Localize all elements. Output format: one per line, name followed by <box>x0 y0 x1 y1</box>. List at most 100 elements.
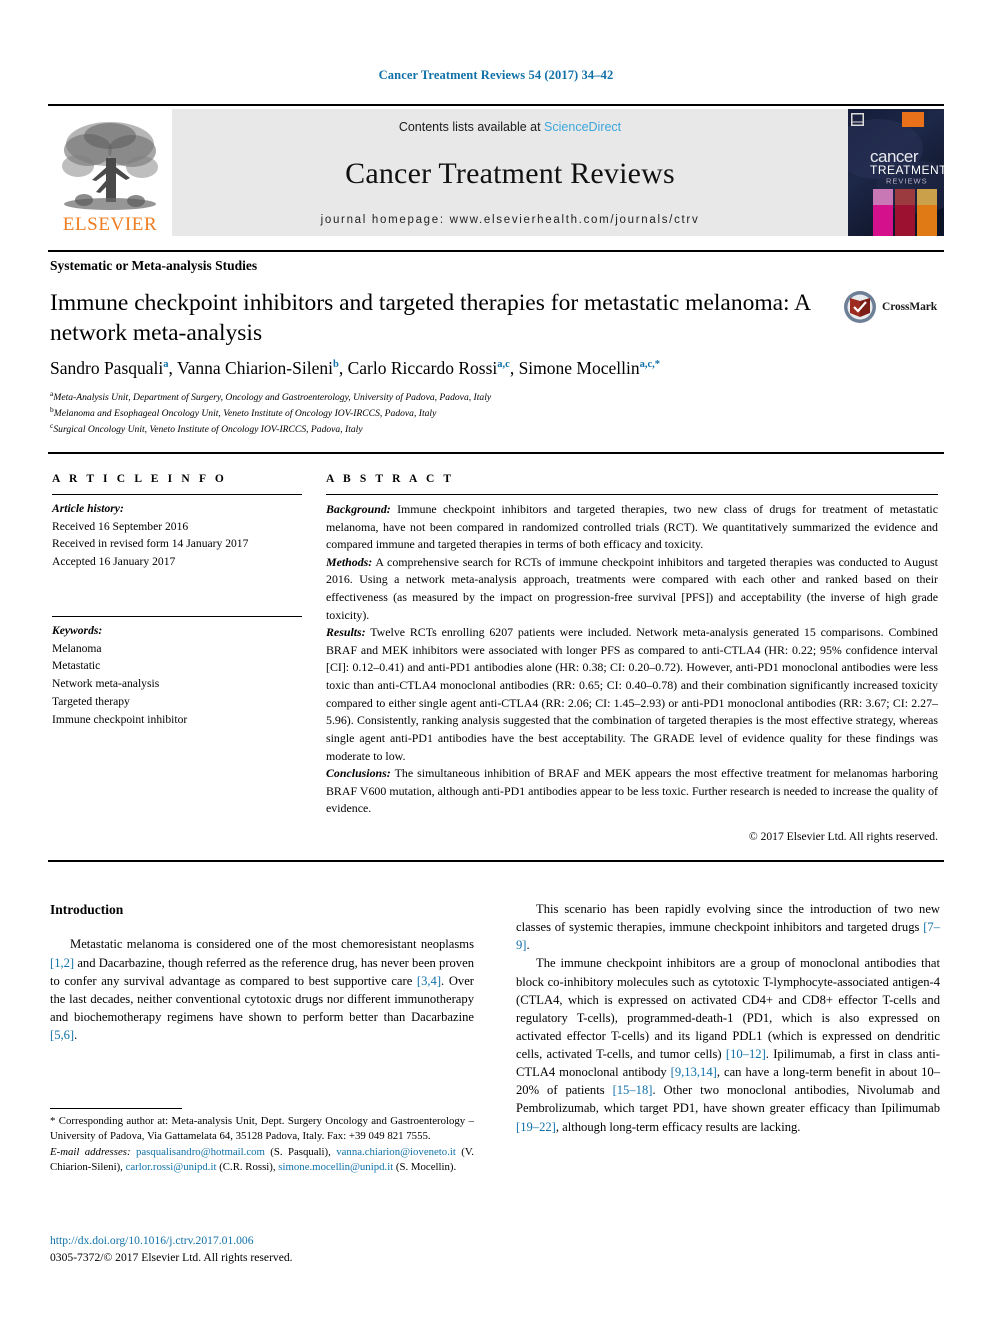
body-paragraph: The immune checkpoint inhibitors are a g… <box>516 954 940 1135</box>
article-info-column: A R T I C L E I N F O Article history: R… <box>52 454 302 728</box>
article-page: Cancer Treatment Reviews 54 (2017) 34–42 <box>0 0 992 1323</box>
author-list: Sandro Pasqualia, Vanna Chiarion-Silenib… <box>50 358 661 378</box>
elsevier-wordmark: ELSEVIER <box>62 214 158 235</box>
sciencedirect-link[interactable]: ScienceDirect <box>544 120 621 134</box>
abstract-section-lead: Background: <box>326 502 391 516</box>
author-name: Vanna Chiarion-Sileni <box>176 358 333 378</box>
abstract-section: Background: Immune checkpoint inhibitors… <box>326 501 938 554</box>
keyword-item: Network meta-analysis <box>52 677 160 691</box>
abstract-section-lead: Methods: <box>326 554 373 569</box>
author-affiliation-mark[interactable]: a,c,* <box>640 359 660 370</box>
abstract-section-text: The simultaneous inhibition of BRAF and … <box>326 766 938 816</box>
article-history: Article history: Received 16 September 2… <box>52 495 302 571</box>
email-link[interactable]: pasqualisandro@hotmail.com <box>136 1146 265 1158</box>
affiliation-text: Melanoma and Esophageal Oncology Unit, V… <box>53 407 437 419</box>
article-history-item: Received in revised form 14 January 2017 <box>52 537 249 551</box>
article-info-heading: A R T I C L E I N F O <box>52 473 227 485</box>
running-head: Cancer Treatment Reviews 54 (2017) 34–42 <box>378 68 614 82</box>
affiliation-item: aMeta-Analysis Unit, Department of Surge… <box>50 389 940 405</box>
article-history-item: Received 16 September 2016 <box>52 519 189 533</box>
email-addresses-note: E-mail addresses: pasqualisandro@hotmail… <box>50 1145 474 1176</box>
abstract-section-text: Twelve RCTs enrolling 6207 patients were… <box>326 625 938 763</box>
crossmark-badge[interactable]: CrossMark <box>843 284 943 330</box>
citation-ref[interactable]: [9,13,14] <box>671 1065 717 1079</box>
affiliation-list: aMeta-Analysis Unit, Department of Surge… <box>50 389 940 436</box>
crossmark-label: CrossMark <box>882 301 938 313</box>
journal-masthead: ELSEVIER Contents lists available at Sci… <box>48 104 944 236</box>
email-owner: (S. Mocellin). <box>393 1160 457 1173</box>
info-abstract-block: A R T I C L E I N F O Article history: R… <box>48 452 944 862</box>
journal-homepage-link[interactable]: journal homepage: www.elsevierhealth.com… <box>321 214 700 226</box>
corresponding-author-note: * Corresponding author at: Meta-analysis… <box>50 1115 474 1143</box>
keywords-label: Keywords: <box>52 623 103 637</box>
citation-ref[interactable]: [15–18] <box>613 1083 653 1097</box>
journal-cover-thumbnail: cancer TREATMENT REVIEWS <box>848 109 944 236</box>
body-text: . <box>74 1028 78 1043</box>
body-text: and Dacarbazine, though referred as the … <box>50 955 474 988</box>
journal-band: Contents lists available at ScienceDirec… <box>172 109 848 236</box>
affiliation-item: cSurgical Oncology Unit, Veneto Institut… <box>50 421 940 437</box>
article-history-item: Accepted 16 January 2017 <box>52 555 176 569</box>
article-history-label: Article history: <box>52 502 124 515</box>
contents-available-line: Contents lists available at ScienceDirec… <box>399 120 621 134</box>
body-text: , although long-term efficacy results ar… <box>555 1119 801 1134</box>
body-column-left: Introduction Metastatic melanoma is cons… <box>50 900 474 1044</box>
body-text: Metastatic melanoma is considered one of… <box>70 937 474 952</box>
abstract-section-lead: Conclusions: <box>326 766 391 781</box>
journal-cover-image: cancer TREATMENT REVIEWS <box>848 109 944 236</box>
author-affiliation-mark[interactable]: a,c <box>497 359 510 370</box>
section-heading-introduction: Introduction <box>50 902 124 917</box>
citation-ref[interactable]: [1,2] <box>50 956 74 970</box>
elsevier-tree-icon <box>62 122 158 210</box>
affiliation-item: bMelanoma and Esophageal Oncology Unit, … <box>50 405 940 421</box>
abstract-section-text: Immune checkpoint inhibitors and targete… <box>326 502 938 552</box>
body-text: The immune checkpoint inhibitors are a g… <box>516 956 940 1061</box>
keyword-item: Targeted therapy <box>52 694 130 708</box>
body-text: . <box>526 938 530 953</box>
body-paragraph: This scenario has been rapidly evolving … <box>516 900 940 954</box>
crossmark-icon <box>844 291 876 323</box>
abstract-copyright: © 2017 Elsevier Ltd. All rights reserved… <box>748 829 938 843</box>
journal-title: Cancer Treatment Reviews <box>345 157 675 190</box>
doi-link[interactable]: http://dx.doi.org/10.1016/j.ctrv.2017.01… <box>50 1232 474 1249</box>
footnote-block: * Corresponding author at: Meta-analysis… <box>50 1114 474 1175</box>
issn-copyright-line: 0305-7372/© 2017 Elsevier Ltd. All right… <box>50 1251 293 1265</box>
article-section-label: Systematic or Meta-analysis Studies <box>50 258 258 273</box>
doi-block: http://dx.doi.org/10.1016/j.ctrv.2017.01… <box>50 1232 474 1267</box>
email-link[interactable]: vanna.chiarion@ioveneto.it <box>336 1146 456 1158</box>
keywords-block: Keywords: Melanoma Metastatic Network me… <box>52 571 302 728</box>
author-name: Simone Mocellin <box>518 358 640 378</box>
email-link[interactable]: simone.mocellin@unipd.it <box>278 1161 393 1173</box>
footnote-rule <box>50 1108 182 1109</box>
page-title: Immune checkpoint inhibitors and targete… <box>50 290 810 347</box>
abstract-section: Results: Twelve RCTs enrolling 6207 pati… <box>326 624 938 765</box>
abstract-heading: A B S T R A C T <box>326 473 455 485</box>
header-rule <box>48 250 944 252</box>
keyword-item: Metastatic <box>52 659 101 673</box>
citation-ref[interactable]: [19–22] <box>516 1120 556 1134</box>
keyword-item: Melanoma <box>52 641 102 655</box>
author-name: Sandro Pasquali <box>50 358 164 378</box>
author-affiliation-mark[interactable]: b <box>333 359 339 370</box>
citation-ref[interactable]: [3,4] <box>417 974 441 988</box>
abstract-section: Methods: A comprehensive search for RCTs… <box>326 554 938 624</box>
citation-ref[interactable]: [5,6] <box>50 1028 74 1042</box>
contents-prefix: Contents lists available at <box>398 120 545 134</box>
author-affiliation-mark[interactable]: a <box>163 359 168 370</box>
email-owner: (S. Pasquali), <box>264 1145 337 1158</box>
citation-ref[interactable]: [10–12] <box>726 1047 766 1061</box>
svg-text:TREATMENT: TREATMENT <box>870 163 944 177</box>
abstract-body: Background: Immune checkpoint inhibitors… <box>326 495 938 845</box>
body-paragraph: Metastatic melanoma is considered one of… <box>50 935 474 1044</box>
affiliation-text: Meta-Analysis Unit, Department of Surger… <box>53 392 492 404</box>
email-link[interactable]: carlor.rossi@unipd.it <box>126 1161 217 1173</box>
abstract-section-text: A comprehensive search for RCTs of immun… <box>326 554 938 622</box>
abstract-column: A B S T R A C T Background: Immune check… <box>326 454 938 845</box>
email-label: E-mail addresses: <box>50 1145 131 1158</box>
affiliation-text: Surgical Oncology Unit, Veneto Institute… <box>53 423 363 435</box>
body-column-right: This scenario has been rapidly evolving … <box>516 900 940 1136</box>
author-name: Carlo Riccardo Rossi <box>347 358 498 378</box>
body-text: This scenario has been rapidly evolving … <box>516 902 940 935</box>
keyword-item: Immune checkpoint inhibitor <box>52 712 188 726</box>
elsevier-logo: ELSEVIER <box>48 109 172 236</box>
